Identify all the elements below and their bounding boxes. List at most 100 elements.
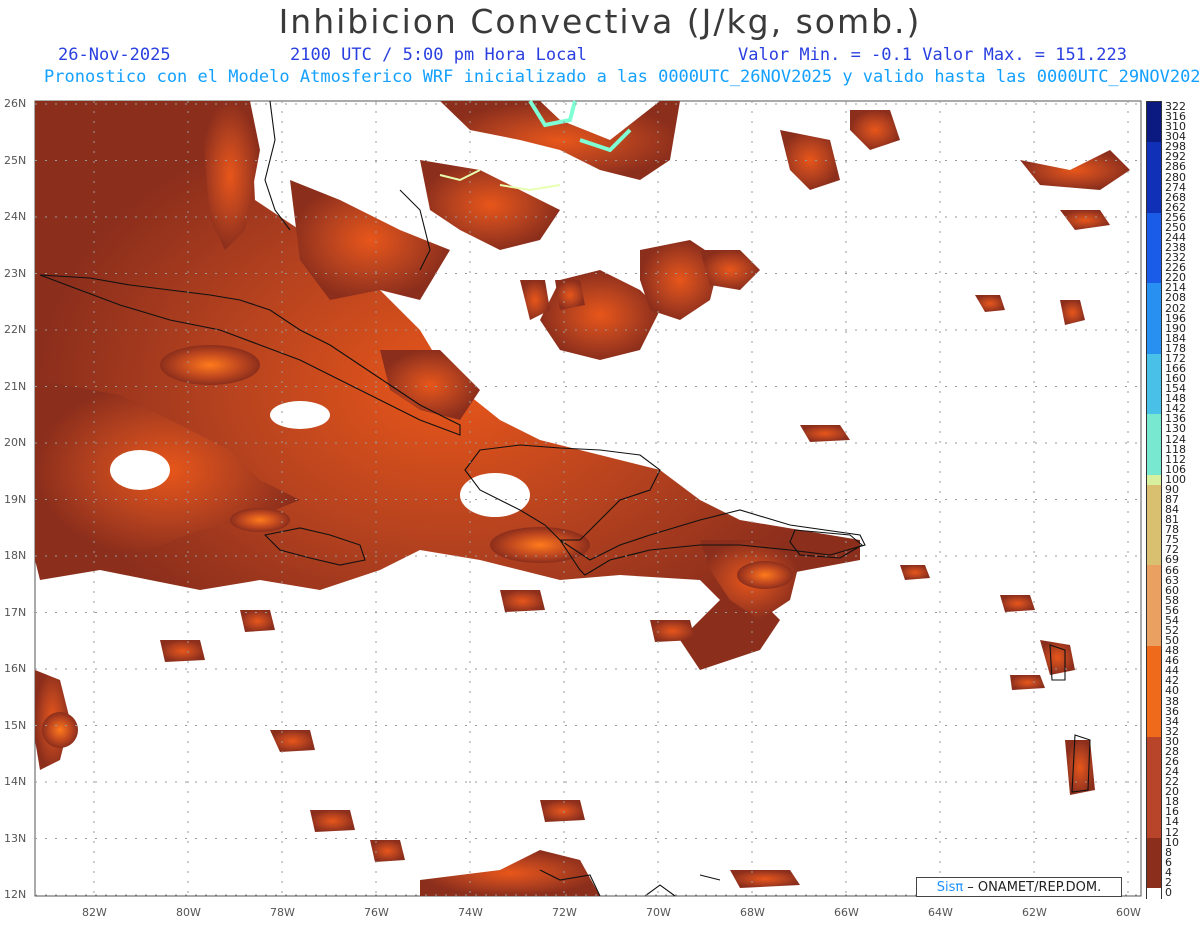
colorbar-swatch	[1147, 666, 1161, 677]
colorbar-swatch	[1147, 384, 1161, 395]
lat-label: 18N	[4, 549, 27, 562]
colorbar-swatch	[1147, 152, 1161, 164]
colorbar-swatch	[1147, 303, 1161, 315]
colorbar-swatch	[1147, 625, 1161, 637]
colorbar-swatch	[1147, 877, 1161, 889]
lon-label: 60W	[1116, 906, 1141, 919]
colorbar-swatch	[1147, 656, 1161, 667]
colorbar-swatch	[1147, 394, 1161, 405]
lon-label: 80W	[176, 906, 201, 919]
lon-label: 66W	[834, 906, 859, 919]
colorbar-swatch	[1147, 867, 1161, 879]
lat-label: 25N	[4, 153, 27, 167]
lon-label: 82W	[82, 906, 107, 919]
colorbar-swatch	[1147, 474, 1161, 486]
colorbar-swatch	[1147, 404, 1161, 415]
colorbar-swatch	[1147, 182, 1161, 194]
colorbar	[1146, 101, 1162, 899]
lat-label: 19N	[4, 492, 27, 506]
colorbar-swatch	[1147, 343, 1161, 355]
colorbar-swatch	[1147, 142, 1161, 153]
colorbar-swatch	[1147, 746, 1161, 758]
credit-text: – ONAMET/REP.DOM.	[967, 879, 1102, 895]
colorbar-swatch	[1147, 686, 1161, 698]
colorbar-swatch	[1147, 464, 1161, 476]
colorbar-swatch	[1147, 535, 1161, 546]
colorbar-swatch	[1147, 263, 1161, 274]
lat-label: 17N	[4, 605, 27, 619]
colorbar-swatch	[1147, 484, 1161, 496]
colorbar-swatch	[1147, 767, 1161, 778]
colorbar-swatch	[1147, 132, 1161, 143]
colorbar-swatch	[1147, 333, 1161, 345]
colorbar-swatch	[1147, 847, 1161, 859]
colorbar-swatch	[1147, 716, 1161, 728]
lon-label: 64W	[928, 906, 953, 919]
colorbar-swatch	[1147, 777, 1161, 788]
colorbar-swatch	[1147, 545, 1161, 556]
lat-label: 20N	[4, 436, 27, 449]
colorbar-swatch	[1147, 112, 1161, 123]
lon-label: 76W	[364, 906, 389, 919]
colorbar-swatch	[1147, 857, 1161, 869]
colorbar-swatch	[1147, 102, 1161, 113]
colorbar-swatch	[1147, 434, 1161, 446]
colorbar-swatch	[1147, 494, 1161, 506]
lon-label: 70W	[646, 906, 671, 919]
colorbar-swatch	[1147, 525, 1161, 536]
colorbar-swatch	[1147, 575, 1161, 587]
lat-label: 22N	[4, 323, 27, 336]
colorbar-swatch	[1147, 595, 1161, 607]
colorbar-swatch	[1147, 414, 1161, 426]
colorbar-swatch	[1147, 515, 1161, 526]
colorbar-swatch	[1147, 605, 1161, 617]
colorbar-swatch	[1147, 162, 1161, 174]
colorbar-swatch	[1147, 817, 1161, 829]
colorbar-swatch	[1147, 807, 1161, 818]
lat-label: 14N	[4, 775, 27, 788]
colorbar-swatch	[1147, 363, 1161, 375]
colorbar-swatch	[1147, 273, 1161, 284]
sispi-logo: Sisπ	[936, 879, 964, 895]
colorbar-swatch	[1147, 797, 1161, 808]
lat-label: 21N	[4, 379, 27, 393]
colorbar-swatch	[1147, 253, 1161, 264]
colorbar-swatch	[1147, 636, 1161, 647]
colorbar-label: 0	[1165, 885, 1172, 899]
colorbar-swatch	[1147, 172, 1161, 184]
colorbar-swatch	[1147, 555, 1161, 567]
colorbar-swatch	[1147, 696, 1161, 708]
colorbar-swatch	[1147, 353, 1161, 365]
lon-label: 72W	[552, 906, 577, 919]
colorbar-swatch	[1147, 202, 1161, 214]
colorbar-swatch	[1147, 565, 1161, 577]
lat-label: 15N	[4, 718, 27, 732]
colorbar-swatch	[1147, 837, 1161, 849]
colorbar-swatch	[1147, 646, 1161, 657]
colorbar-swatch	[1147, 192, 1161, 204]
colorbar-swatch	[1147, 323, 1161, 335]
colorbar-swatch	[1147, 313, 1161, 325]
colorbar-swatch	[1147, 726, 1161, 738]
credit-box: Sisπ – ONAMET/REP.DOM.	[916, 877, 1122, 897]
lat-label: 12N	[4, 888, 27, 901]
colorbar-swatch	[1147, 827, 1161, 839]
colorbar-swatch	[1147, 424, 1161, 436]
colorbar-swatch	[1147, 756, 1161, 768]
lon-label: 62W	[1022, 906, 1047, 919]
map-panel	[34, 99, 1142, 897]
colorbar-swatch	[1147, 787, 1161, 798]
colorbar-swatch	[1147, 706, 1161, 718]
colorbar-swatch	[1147, 212, 1161, 224]
colorbar-swatch	[1147, 736, 1161, 748]
lat-label: 24N	[4, 210, 27, 223]
lat-label: 16N	[4, 662, 27, 675]
lat-label: 13N	[4, 831, 27, 845]
lon-label: 68W	[740, 906, 765, 919]
colorbar-swatch	[1147, 505, 1161, 516]
colorbar-swatch	[1147, 615, 1161, 627]
colorbar-swatch	[1147, 222, 1161, 234]
colorbar-swatch	[1147, 887, 1161, 899]
colorbar-swatch	[1147, 293, 1161, 305]
lon-label: 78W	[270, 906, 295, 919]
